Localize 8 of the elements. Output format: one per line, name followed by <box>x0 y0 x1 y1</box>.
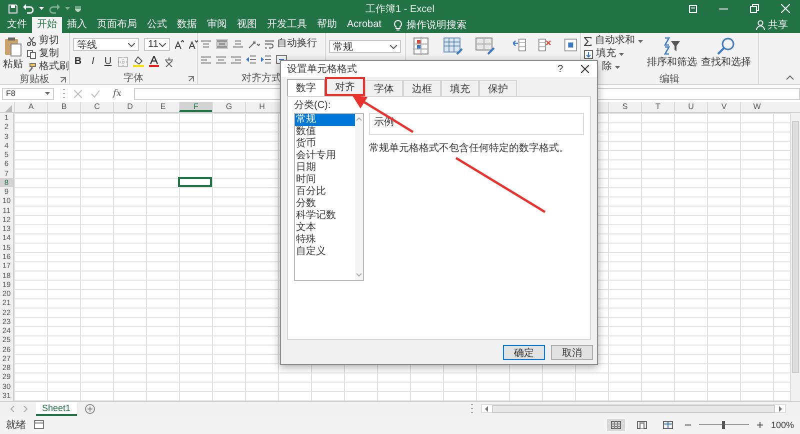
group-label: 编辑 <box>660 72 680 86</box>
dialog-title: 设置单元格格式 <box>287 62 357 76</box>
status-text: 就绪 <box>6 418 26 432</box>
window-title: 工作簿1 - Excel <box>366 2 434 16</box>
format-description: 常规单元格格式不包含任何特定的数字格式。 <box>369 142 570 155</box>
category-label: 分类(C): <box>294 100 332 112</box>
group-label: 字体 <box>124 72 144 85</box>
group-label: 剪贴板 <box>20 72 50 86</box>
